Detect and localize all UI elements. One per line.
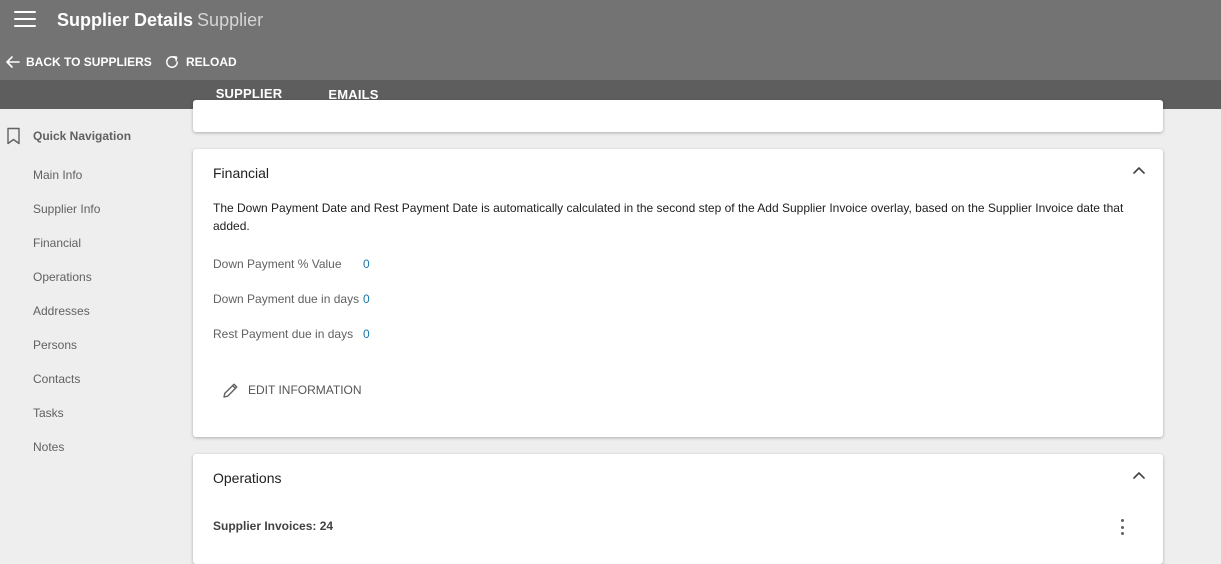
back-to-suppliers-label: BACK TO SUPPLIERS (26, 55, 152, 69)
hamburger-menu-icon[interactable] (14, 9, 36, 29)
sidebar-item-main-info[interactable]: Main Info (33, 168, 82, 182)
pencil-icon (223, 383, 238, 398)
page-title-sub: Supplier (197, 10, 264, 30)
quick-navigation-sidebar: Quick Navigation Main Info Supplier Info… (0, 109, 193, 542)
sidebar-item-financial[interactable]: Financial (33, 236, 81, 250)
back-to-suppliers-button[interactable]: BACK TO SUPPLIERS (5, 52, 152, 72)
reload-icon (166, 55, 178, 68)
financial-card: Financial The Down Payment Date and Rest… (193, 149, 1163, 437)
financial-description: The Down Payment Date and Rest Payment D… (213, 201, 1124, 233)
chevron-up-icon[interactable] (1133, 471, 1145, 479)
rest-payment-days-label: Rest Payment due in days (213, 327, 354, 341)
down-payment-percent-value: 0 (363, 257, 370, 271)
page-title-main: Supplier Details (57, 10, 194, 30)
sidebar-item-operations[interactable]: Operations (33, 270, 92, 284)
bookmark-icon (7, 127, 20, 145)
operations-title: Operations (213, 470, 282, 486)
edit-information-button[interactable]: EDIT INFORMATION (221, 380, 362, 400)
sidebar-item-supplier-info[interactable]: Supplier Info (33, 202, 100, 216)
operations-card: Operations Supplier Invoices: 24 (193, 454, 1163, 564)
previous-section-card (193, 100, 1163, 132)
tab-supplier-label: SUPPLIER (215, 86, 283, 101)
down-payment-percent-label: Down Payment % Value (213, 257, 342, 271)
sidebar-item-addresses[interactable]: Addresses (33, 304, 90, 318)
page-title: Supplier Details Supplier (57, 9, 263, 31)
chevron-up-icon[interactable] (1133, 166, 1145, 174)
sidebar-item-persons[interactable]: Persons (33, 338, 77, 352)
reload-button[interactable]: RELOAD (164, 52, 237, 72)
down-payment-days-label: Down Payment due in days (213, 292, 360, 306)
financial-title: Financial (213, 165, 270, 181)
supplier-invoices-count: Supplier Invoices: 24 (213, 519, 334, 533)
rest-payment-days-value: 0 (363, 327, 370, 341)
sidebar-item-notes[interactable]: Notes (33, 440, 64, 454)
quick-navigation-title: Quick Navigation (33, 129, 132, 143)
app-header: Supplier Details Supplier BACK TO SUPPLIE… (0, 0, 1221, 80)
sidebar-item-contacts[interactable]: Contacts (33, 372, 80, 386)
reload-label: RELOAD (186, 55, 237, 69)
quick-navigation-header: Quick Navigation (6, 127, 131, 145)
arrow-left-icon (6, 56, 20, 68)
edit-information-label: EDIT INFORMATION (248, 383, 362, 397)
more-options-icon[interactable] (1121, 519, 1125, 535)
sidebar-item-tasks[interactable]: Tasks (33, 406, 64, 420)
down-payment-days-value: 0 (363, 292, 370, 306)
